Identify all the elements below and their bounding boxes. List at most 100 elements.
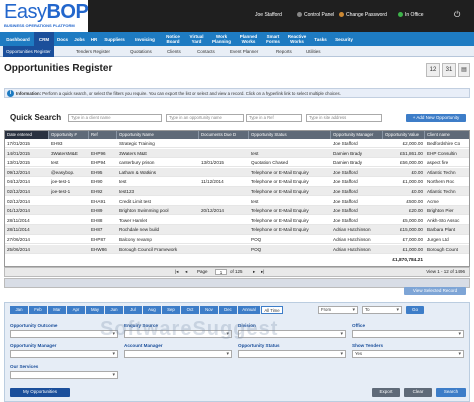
- period-tab-dec[interactable]: Dec: [219, 306, 237, 314]
- search-button[interactable]: Search: [436, 388, 466, 397]
- table-cell: £15,000.00: [400, 227, 423, 233]
- period-tab-aug[interactable]: Aug: [143, 306, 161, 314]
- nav-hr[interactable]: HR: [88, 32, 100, 46]
- nav-crm[interactable]: CRM: [34, 32, 54, 46]
- col-date-entered[interactable]: Date entered: [5, 131, 49, 139]
- logo[interactable]: EasyBOP BUSINESS OPERATIONS PLATFORM: [0, 0, 89, 32]
- logout-icon[interactable]: ⏻: [454, 10, 460, 20]
- next-page-button[interactable]: ▸: [253, 268, 255, 276]
- change-password-link[interactable]: Change Password: [339, 12, 387, 18]
- add-opportunity-button[interactable]: + Add New Opportunity: [406, 114, 466, 122]
- nav-smart-forms[interactable]: Smart Forms: [262, 32, 284, 46]
- go-button[interactable]: Go: [406, 306, 424, 314]
- table-row[interactable]: 02/12/2014 joe-test-1 EH92 test123 Telephone…: [5, 187, 469, 197]
- period-tab-nov[interactable]: Nov: [200, 306, 218, 314]
- period-tab-annual[interactable]: Annual: [238, 306, 260, 314]
- nav-docs[interactable]: Docs: [54, 32, 71, 46]
- table-row[interactable]: 27/06/2014 EHP87 Balcony revamp POQ Adrian H…: [5, 235, 469, 245]
- col-opportunity-manager[interactable]: Opportunity Manager: [331, 131, 383, 139]
- tab-contacts[interactable]: Contacts: [197, 46, 215, 57]
- show-tenders-select[interactable]: Yes: [352, 350, 464, 358]
- nav-invoicing[interactable]: Invoicing: [129, 32, 161, 46]
- first-page-button[interactable]: |◂: [175, 268, 178, 276]
- status-indicator[interactable]: In Office: [398, 12, 424, 18]
- calendar-day-button[interactable]: 12: [426, 63, 440, 77]
- col-client-name[interactable]: Client name: [425, 131, 469, 139]
- table-scrollbar[interactable]: [4, 278, 470, 288]
- export-button[interactable]: Export: [372, 388, 400, 397]
- prev-page-button[interactable]: ◂: [185, 268, 187, 276]
- period-tab-all-time[interactable]: All Time: [261, 306, 283, 314]
- col-opportunity-name[interactable]: Opportunity Name: [117, 131, 199, 139]
- table-row[interactable]: 02/12/2014 EHA91 Credit Limit test test Joe …: [5, 197, 469, 206]
- office-select[interactable]: [352, 330, 464, 338]
- site-search-input[interactable]: Type in site address: [306, 114, 382, 122]
- account-manager-select[interactable]: [124, 350, 232, 358]
- col-opportunity-number[interactable]: Opportunity #: [49, 131, 89, 139]
- table-row[interactable]: 28/11/2014 EH87 Rochdale new build Telephon…: [5, 225, 469, 235]
- view-selected-record-button[interactable]: View Selected Record: [404, 287, 466, 295]
- nav-jobs[interactable]: Jobs: [71, 32, 88, 46]
- nav-reactive-works[interactable]: Reactive Works: [284, 32, 310, 46]
- nav-work-planning[interactable]: Work Planning: [208, 32, 235, 46]
- col-documents-due[interactable]: Documents Due D: [199, 131, 249, 139]
- nav-notice-board[interactable]: Notice Board: [161, 32, 185, 46]
- manager-select[interactable]: [10, 350, 118, 358]
- show-tenders-label: Show Tenders: [352, 343, 384, 348]
- nav-security[interactable]: Security: [331, 32, 357, 46]
- period-tab-jul[interactable]: Jul: [124, 306, 142, 314]
- table-cell: 28/11/2014: [7, 217, 30, 223]
- nav-planned-works[interactable]: Planned Works: [235, 32, 262, 46]
- table-cell: Atlantic Techn: [427, 189, 456, 194]
- tab-quotations[interactable]: Quotations: [130, 46, 152, 57]
- table-row[interactable]: 01/12/2014 EH89 Brighton Swimming pool 20/1…: [5, 206, 469, 216]
- from-date-input[interactable]: From: [318, 306, 358, 314]
- period-tab-sep[interactable]: Sep: [162, 306, 180, 314]
- to-date-input[interactable]: To: [362, 306, 402, 314]
- my-opportunities-button[interactable]: My Opportunities: [10, 388, 70, 397]
- period-tab-jun[interactable]: Jun: [105, 306, 123, 314]
- col-ref[interactable]: Ref: [89, 131, 117, 139]
- tab-event-planner[interactable]: Event Planner: [230, 46, 258, 57]
- period-tab-feb[interactable]: Feb: [29, 306, 47, 314]
- calendar-list-icon[interactable]: ▤: [458, 63, 470, 77]
- ref-search-input[interactable]: Type in a Ref: [246, 114, 302, 122]
- period-tab-apr[interactable]: Apr: [67, 306, 85, 314]
- table-row[interactable]: 17/01/2015 EH93 Strategic Training Joe Staf…: [5, 139, 469, 149]
- table-row[interactable]: 13/01/2015 test EHP94 canterbury prison 13/0…: [5, 158, 469, 168]
- status-select[interactable]: [238, 350, 346, 358]
- last-page-button[interactable]: ▸|: [261, 268, 264, 276]
- table-row[interactable]: 25/06/2014 EHW86 Borough Council Framework…: [5, 244, 469, 254]
- client-search-input[interactable]: Type in a client name: [68, 114, 162, 122]
- tab-tenders-register[interactable]: Tenders Register: [76, 46, 110, 57]
- control-panel-link[interactable]: Control Panel: [297, 12, 334, 18]
- table-cell: joe-test-1: [51, 179, 71, 185]
- period-tab-oct[interactable]: Oct: [181, 306, 199, 314]
- services-select[interactable]: [10, 371, 118, 379]
- period-tab-jan[interactable]: Jan: [10, 306, 28, 314]
- table-row[interactable]: 14/01/2015 3WatersM&E EHP96 3Waters M&E test…: [5, 148, 469, 158]
- tab-opportunities-register[interactable]: Opportunities Register: [3, 46, 54, 57]
- table-cell: joe-test-1: [51, 189, 71, 194]
- period-tab-mar[interactable]: Mar: [48, 306, 66, 314]
- page-number-input[interactable]: 1: [215, 269, 227, 275]
- table-row[interactable]: 28/11/2014 EH88 Tower Hamlet Telephone or E…: [5, 216, 469, 225]
- col-opportunity-value[interactable]: Opportunity Value: [383, 131, 425, 139]
- table-row[interactable]: 04/12/2014 joe-test-1 EH90 test 11/12/2014 Te…: [5, 177, 469, 187]
- user-name[interactable]: Joe Stafford: [255, 12, 282, 18]
- period-tab-may[interactable]: May: [86, 306, 104, 314]
- col-opportunity-status[interactable]: Opportunity Status: [249, 131, 331, 139]
- nav-dashboard[interactable]: Dashboard: [2, 32, 34, 46]
- nav-suppliers[interactable]: Suppliers: [100, 32, 129, 46]
- nav-tasks[interactable]: Tasks: [310, 32, 331, 46]
- table-row[interactable]: 09/12/2014 @easybop. EH95 Latham & Watkins T…: [5, 167, 469, 177]
- opportunity-search-input[interactable]: Type in an opportunity name: [166, 114, 244, 122]
- clear-button[interactable]: Clear: [404, 388, 432, 397]
- tab-reports[interactable]: Reports: [276, 46, 292, 57]
- table-cell: Atlantic Techn: [427, 169, 456, 175]
- tab-clients[interactable]: Clients: [167, 46, 181, 57]
- tab-utilities[interactable]: Utilities: [306, 46, 321, 57]
- table-cell: Brighton Pier: [427, 208, 454, 214]
- nav-virtual-yard[interactable]: Virtual Yard: [185, 32, 208, 46]
- calendar-month-button[interactable]: 31: [442, 63, 456, 77]
